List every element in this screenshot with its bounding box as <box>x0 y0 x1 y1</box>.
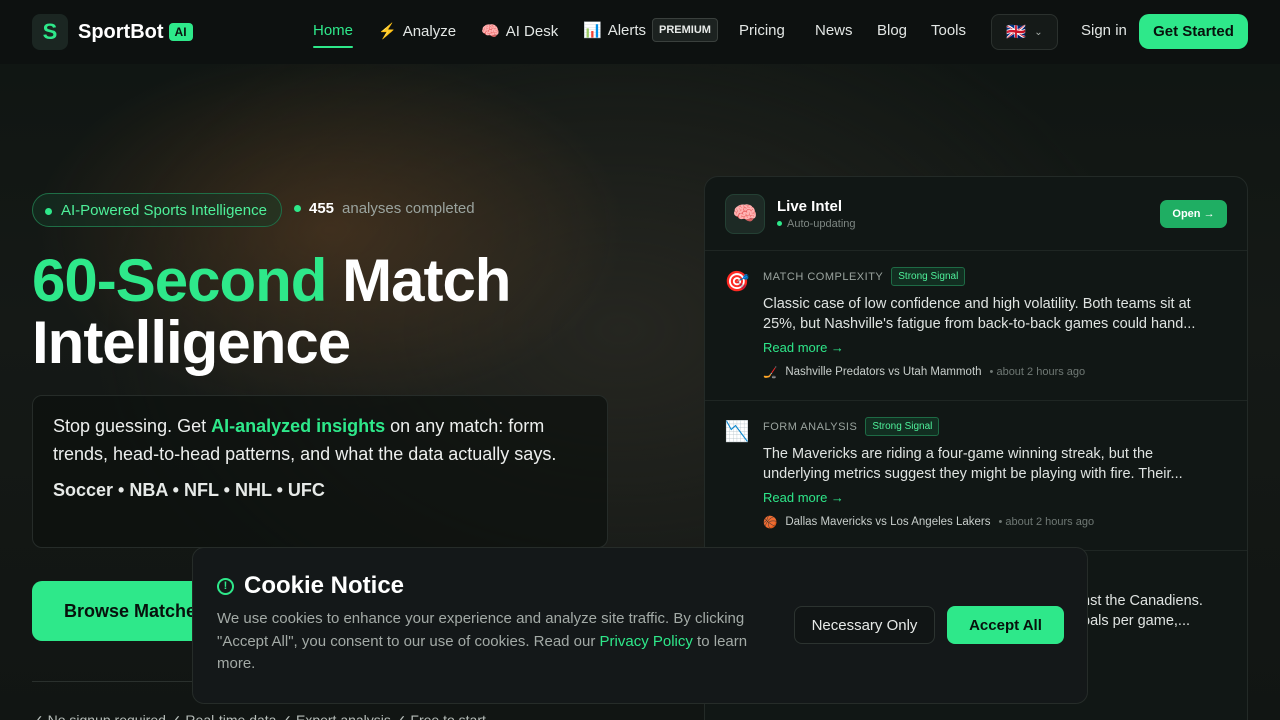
intel-category: MATCH COMPLEXITY <box>763 270 884 283</box>
signal-badge: Strong Signal <box>865 417 940 436</box>
hero-description-box: Stop guessing. Get AI-analyzed insights … <box>32 395 608 548</box>
hero-title-line2: Intelligence <box>32 309 351 376</box>
nav-pricing-label: Pricing <box>739 22 785 39</box>
hero-title: 60-Second Match Intelligence <box>32 247 511 376</box>
necessary-only-button[interactable]: Necessary Only <box>794 606 935 644</box>
intel-category: FORM ANALYSIS <box>763 420 858 433</box>
nav-tools-label: Tools <box>931 22 967 39</box>
brain-icon: 🧠 <box>725 193 765 234</box>
sign-in-link[interactable]: Sign in <box>1081 22 1127 39</box>
desc-pre: Stop guessing. Get <box>53 416 212 436</box>
read-more-link[interactable]: Read more → <box>763 490 1227 505</box>
match-time: • about 2 hours ago <box>989 366 1086 378</box>
nav-home[interactable]: Home <box>313 22 354 48</box>
target-icon: 🎯 <box>724 270 750 293</box>
uk-flag-icon: 🇬🇧 <box>1006 24 1027 41</box>
nav-home-label: Home <box>313 22 354 39</box>
nav-blog[interactable]: Blog <box>877 22 907 39</box>
intel-peek-line2: oals per game,... <box>1082 613 1190 629</box>
get-started-button[interactable]: Get Started <box>1139 14 1248 49</box>
brand-name: SportBot <box>78 20 164 43</box>
hockey-icon: 🏒 <box>763 367 778 379</box>
cookie-title-text: Cookie Notice <box>244 572 405 599</box>
live-intel-title: Live Intel <box>777 197 843 215</box>
hero-description: Stop guessing. Get AI-analyzed insights … <box>53 412 587 468</box>
intel-item[interactable]: 📉 FORM ANALYSIS Strong Signal The Maveric… <box>705 401 1247 551</box>
lightning-icon: ⚡ <box>378 23 397 40</box>
analyses-stat: 455 analyses completed <box>294 200 475 217</box>
live-dot-icon <box>777 221 782 226</box>
signal-badge: Strong Signal <box>891 267 966 286</box>
auto-updating-label: Auto-updating <box>787 217 856 230</box>
language-selector[interactable]: 🇬🇧 ⌄ <box>991 14 1058 50</box>
nav-alerts-label: Alerts <box>607 21 647 39</box>
privacy-policy-link[interactable]: Privacy Policy <box>600 633 693 650</box>
nav-pricing[interactable]: Pricing <box>739 22 785 39</box>
live-dot-icon <box>294 205 301 212</box>
hero-title-rest: Match <box>342 247 511 314</box>
open-intel-button[interactable]: Open → <box>1160 200 1227 228</box>
analyses-label: analyses completed <box>342 200 475 217</box>
brain-icon: 🧠 <box>481 23 500 40</box>
chevron-down-icon: ⌄ <box>1034 26 1043 38</box>
match-name: Dallas Mavericks vs Los Angeles Lakers <box>785 516 991 528</box>
desc-highlight: AI-analyzed insights <box>211 416 386 436</box>
nav-analyze[interactable]: ⚡ Analyze <box>378 22 457 41</box>
nav-tools[interactable]: Tools <box>931 22 966 39</box>
intel-item[interactable]: 🎯 MATCH COMPLEXITY Strong Signal Classic … <box>705 251 1247 401</box>
accept-all-button[interactable]: Accept All <box>947 606 1064 644</box>
basketball-icon: 🏀 <box>763 517 778 529</box>
intel-peek-line1: nst the Canadiens. <box>1082 593 1203 609</box>
live-intel-header: 🧠 Live Intel Auto-updating Open → <box>705 177 1247 251</box>
cookie-notice: ! Cookie Notice We use cookies to enhance… <box>192 547 1088 704</box>
logo[interactable]: S SportBot AI <box>32 14 193 50</box>
read-more-link[interactable]: Read more → <box>763 340 1227 355</box>
intel-text: Classic case of low confidence and high … <box>763 296 1196 332</box>
top-navbar: S SportBot AI Home ⚡ Analyze 🧠 AI Desk 📊 Al… <box>0 0 1280 64</box>
intel-match: 🏒 Nashville Predators vs Utah Mammoth • ab… <box>763 365 1227 379</box>
match-time: • about 2 hours ago <box>998 516 1095 528</box>
brand-ai-badge: AI <box>168 23 193 41</box>
nav-analyze-label: Analyze <box>402 22 457 40</box>
chart-icon: 📊 <box>583 22 602 39</box>
nav-news-label: News <box>815 22 853 39</box>
info-icon: ! <box>217 577 234 595</box>
intel-match: 🏀 Dallas Mavericks vs Los Angeles Lakers •… <box>763 515 1227 529</box>
premium-badge: PREMIUM <box>652 18 718 42</box>
nav-ai-desk-label: AI Desk <box>505 22 559 40</box>
chart-down-icon: 📉 <box>724 420 750 443</box>
match-name: Nashville Predators vs Utah Mammoth <box>785 366 982 378</box>
cookie-title: ! Cookie Notice <box>217 572 1063 600</box>
nav-ai-desk[interactable]: 🧠 AI Desk <box>481 22 559 41</box>
nav-alerts[interactable]: 📊 Alerts PREMIUM <box>583 18 718 42</box>
hero-title-highlight: 60-Second <box>32 247 327 314</box>
analyses-count: 455 <box>309 200 335 217</box>
nav-blog-label: Blog <box>877 22 908 39</box>
live-intel-subtitle: Auto-updating <box>777 218 856 230</box>
feature-list: ✓ No signup required ✓ Real-time data ✓ … <box>32 712 486 720</box>
nav-news[interactable]: News <box>815 22 853 39</box>
cookie-text: We use cookies to enhance your experienc… <box>217 608 757 676</box>
intel-text: The Mavericks are riding a four-game win… <box>763 446 1183 482</box>
logo-mark-icon: S <box>32 14 68 50</box>
sports-list: Soccer • NBA • NFL • NHL • UFC <box>53 480 325 500</box>
hero-pill: AI-Powered Sports Intelligence <box>32 193 282 227</box>
